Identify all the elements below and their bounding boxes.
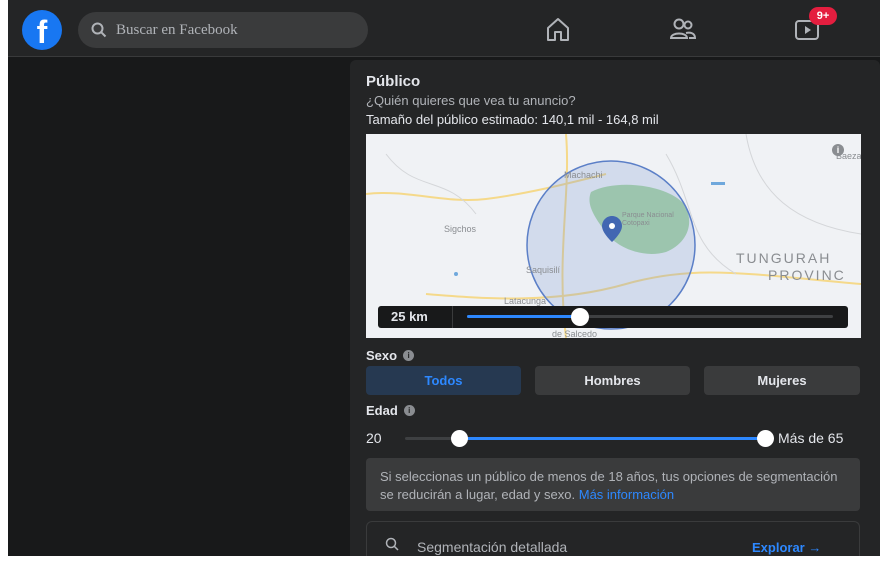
gender-label-row: Sexo i bbox=[366, 348, 415, 363]
age-max-value: Más de 65 bbox=[778, 430, 844, 446]
map-region-label-line2: PROVINC bbox=[768, 267, 846, 283]
age-label-row: Edad i bbox=[366, 403, 415, 418]
map-label-saquisili: Saquisilí bbox=[526, 265, 561, 275]
search-placeholder: Buscar en Facebook bbox=[116, 21, 238, 38]
map-label-machachi: Machachi bbox=[564, 170, 603, 180]
radius-value: 25 km bbox=[391, 309, 428, 324]
top-navigation-bar: f Buscar en Facebook 9+ bbox=[8, 0, 880, 57]
radius-divider bbox=[452, 306, 453, 328]
audience-title: Público bbox=[366, 73, 421, 90]
frame-right-edge bbox=[880, 0, 891, 565]
map-region-label-line1: TUNGURAH bbox=[736, 250, 832, 266]
age-label: Edad bbox=[366, 403, 398, 418]
more-info-link[interactable]: Más información bbox=[579, 487, 674, 502]
audience-size-estimate: Tamaño del público estimado: 140,1 mil -… bbox=[366, 112, 659, 127]
home-icon[interactable] bbox=[543, 14, 573, 44]
frame-bottom-edge bbox=[0, 556, 891, 565]
detailed-search-icon bbox=[385, 537, 399, 551]
map-label-sigchos: Sigchos bbox=[444, 224, 477, 234]
detailed-targeting-label: Segmentación detallada bbox=[417, 539, 568, 555]
gender-men-button[interactable]: Hombres bbox=[535, 366, 690, 395]
map-info-icon[interactable]: i bbox=[832, 144, 844, 156]
age-info-icon[interactable]: i bbox=[403, 405, 415, 416]
radius-slider-handle[interactable] bbox=[571, 308, 590, 326]
gender-label: Sexo bbox=[366, 348, 398, 363]
age-min-value: 20 bbox=[366, 430, 382, 446]
age-min-handle[interactable] bbox=[451, 430, 468, 447]
frame-left-edge bbox=[0, 0, 8, 565]
map-label-park: Parque Nacional Cotopaxi bbox=[622, 212, 674, 227]
search-icon bbox=[91, 22, 107, 38]
explore-button[interactable]: Explorar → bbox=[752, 540, 821, 555]
friends-icon[interactable] bbox=[668, 14, 698, 44]
radius-control: 25 km bbox=[378, 306, 848, 328]
age-max-handle[interactable] bbox=[757, 430, 774, 447]
gender-all-button[interactable]: Todos bbox=[366, 366, 521, 395]
radius-slider-fill bbox=[467, 315, 581, 318]
facebook-logo[interactable]: f bbox=[22, 10, 62, 50]
map-label-salcedo: de Salcedo bbox=[552, 329, 598, 338]
age-notice: Si seleccionas un público de menos de 18… bbox=[366, 458, 860, 511]
gender-women-button[interactable]: Mujeres bbox=[704, 366, 860, 395]
search-box[interactable]: Buscar en Facebook bbox=[78, 12, 368, 48]
age-slider-fill bbox=[459, 437, 765, 440]
map-label-latacunga: Latacunga bbox=[504, 296, 547, 306]
radius-circle bbox=[526, 160, 696, 330]
audience-subtitle: ¿Quién quieres que vea tu anuncio? bbox=[366, 93, 576, 108]
gender-info-icon[interactable]: i bbox=[403, 350, 415, 361]
watch-notification-badge: 9+ bbox=[809, 7, 837, 25]
